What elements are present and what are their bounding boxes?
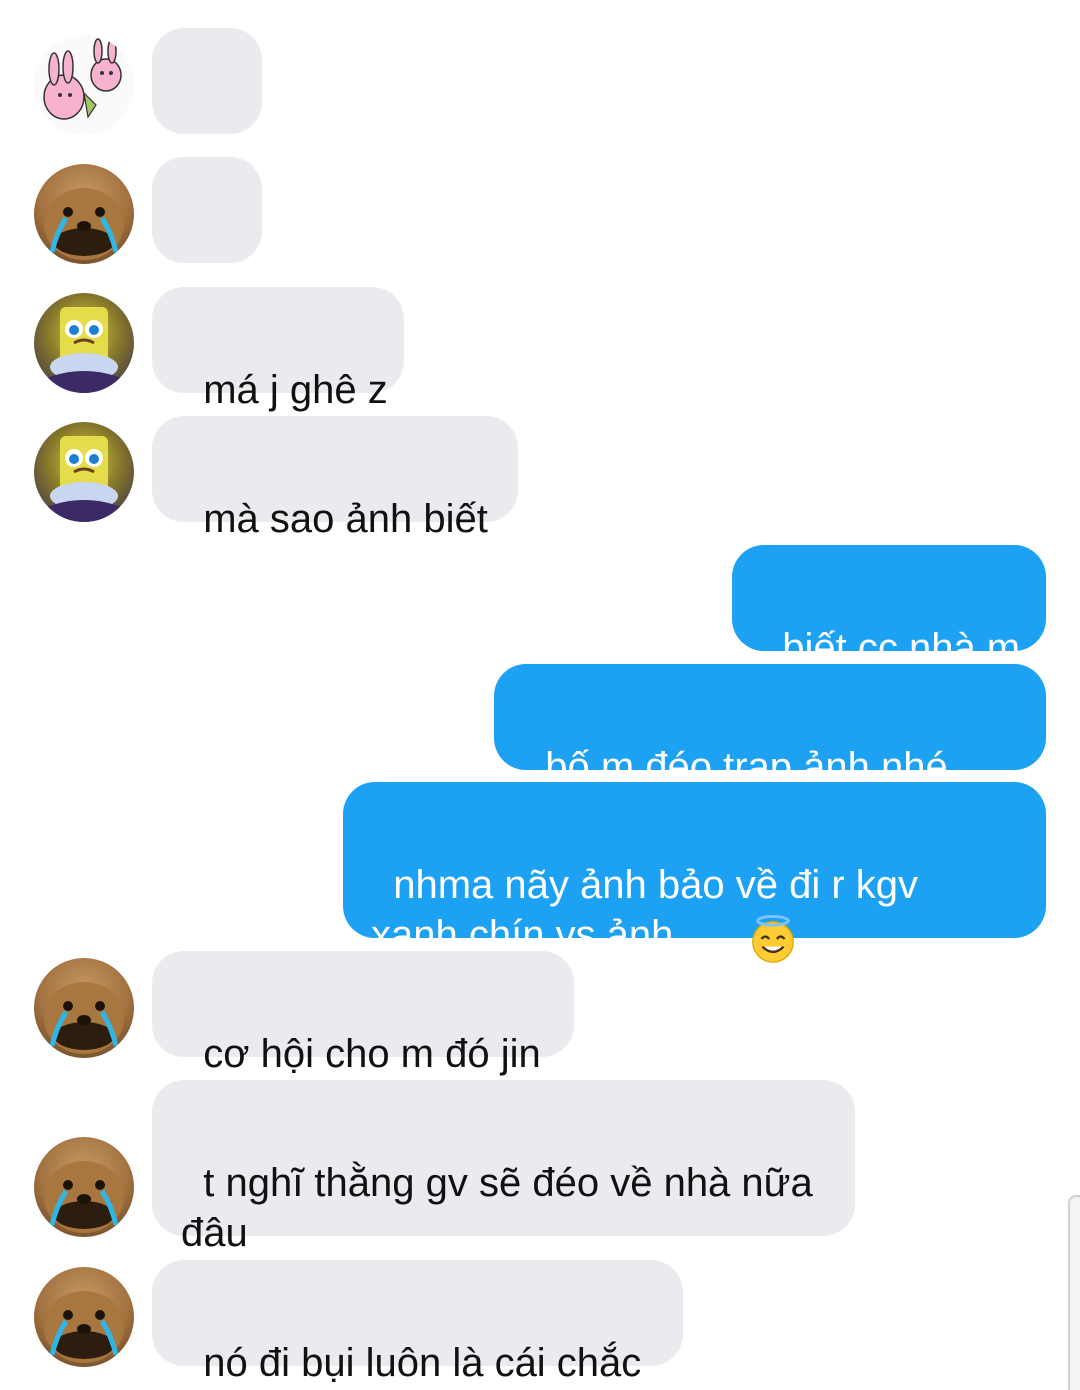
- message-bubble-1[interactable]: [152, 28, 262, 208]
- message-bubble-5[interactable]: biết cc nhà m: [732, 545, 1046, 670]
- scrollbar[interactable]: [1068, 1195, 1080, 1390]
- crying-dog-avatar[interactable]: [34, 1267, 134, 1367]
- bunny-sticker-avatar[interactable]: [34, 35, 134, 135]
- message-text: mà sao ảnh biết: [203, 497, 488, 541]
- message-text: cơ hội cho m đó jin: [203, 1032, 541, 1076]
- message-bubble-4[interactable]: mà sao ảnh biết: [152, 416, 518, 541]
- crying-dog-avatar[interactable]: [34, 958, 134, 1058]
- message-text: má j ghê z: [203, 368, 388, 412]
- crying-spongebob-avatar[interactable]: [34, 293, 134, 393]
- message-bubble-10[interactable]: nó đi bụi luôn là cái chắc: [152, 1260, 683, 1385]
- message-bubble-7[interactable]: nhma nãy ảnh bảo về đi r kgv xanh chín v…: [343, 782, 1046, 964]
- message-text: nhma nãy ảnh bảo về đi r kgv xanh chín v…: [371, 863, 918, 957]
- message-bubble-6[interactable]: bố m đéo trap ảnh nhé: [494, 664, 1046, 770]
- message-text: t nghĩ thằng gv sẽ đéo về nhà nữa đâu: [181, 1161, 813, 1255]
- message-bubble-8[interactable]: cơ hội cho m đó jin: [152, 951, 574, 1076]
- message-bubble-9[interactable]: t nghĩ thằng gv sẽ đéo về nhà nữa đâu: [152, 1080, 855, 1255]
- crying-spongebob-avatar[interactable]: [34, 422, 134, 522]
- crying-dog-avatar[interactable]: [34, 164, 134, 264]
- smiling-face-with-halo-emoji: [705, 865, 797, 1025]
- message-bubble-3[interactable]: má j ghê z: [152, 287, 404, 412]
- message-text: nó đi bụi luôn là cái chắc: [203, 1341, 642, 1385]
- message-bubble-2[interactable]: [152, 157, 262, 337]
- crying-dog-avatar[interactable]: [34, 1137, 134, 1237]
